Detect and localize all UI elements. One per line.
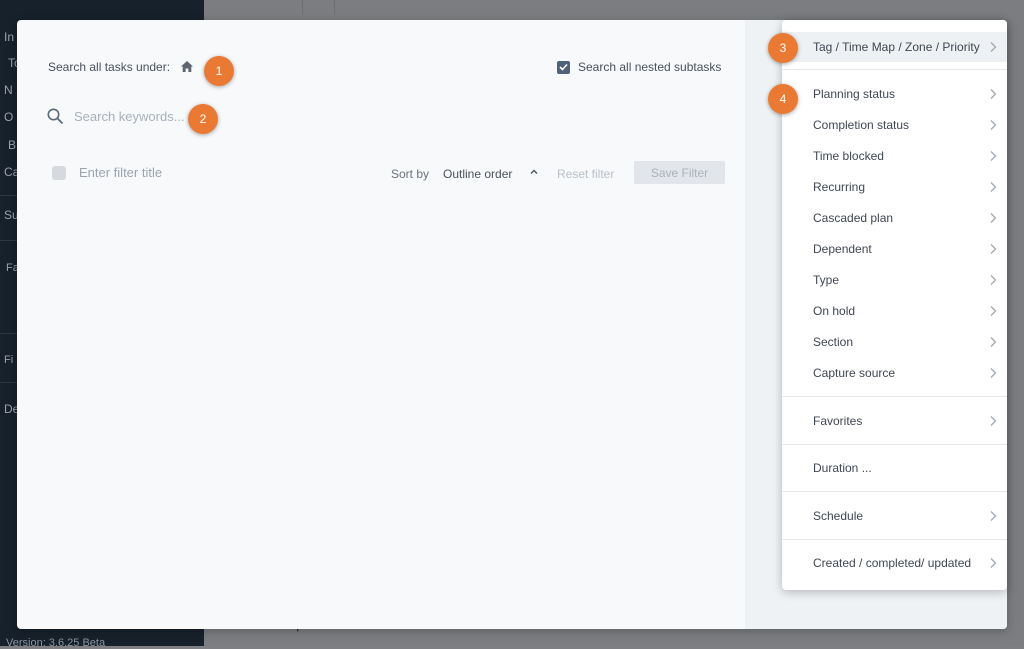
- chevron-right-icon: [990, 368, 997, 378]
- menu-item-label: Type: [813, 273, 840, 287]
- menu-item-label: Recurring: [813, 180, 866, 194]
- search-icon: [47, 108, 64, 125]
- filter-select-checkbox[interactable]: [52, 165, 66, 180]
- chevron-right-icon: [990, 182, 997, 192]
- menu-divider: [782, 396, 1007, 397]
- menu-item-label: Capture source: [813, 366, 896, 380]
- menu-item-label: Section: [813, 335, 854, 349]
- sidebar-item-next[interactable]: N: [4, 83, 13, 97]
- menu-item-on-hold[interactable]: On hold: [782, 296, 1007, 326]
- filter-criteria-menu: Tag / Time Map / Zone / Priority Plannin…: [782, 20, 1007, 590]
- keyword-search: [47, 108, 194, 125]
- nested-subtasks-option[interactable]: Search all nested subtasks: [557, 60, 721, 74]
- menu-item-label: Created / completed/ updated: [813, 556, 972, 570]
- menu-item-tag-timemap-zone-priority[interactable]: Tag / Time Map / Zone / Priority: [782, 32, 1007, 62]
- sort-by-label: Sort by: [391, 167, 430, 181]
- chevron-right-icon: [990, 275, 997, 285]
- menu-item-label: Tag / Time Map / Zone / Priority: [813, 40, 980, 54]
- menu-item-section[interactable]: Section: [782, 327, 1007, 357]
- menu-item-favorites[interactable]: Favorites: [782, 406, 1007, 436]
- annotation-marker-4: 4: [768, 84, 798, 114]
- menu-divider: [782, 539, 1007, 540]
- menu-item-label: Planning status: [813, 87, 896, 101]
- menu-item-type[interactable]: Type: [782, 265, 1007, 295]
- sort-order-select[interactable]: Outline order: [443, 167, 512, 181]
- menu-item-label: Schedule: [813, 509, 864, 523]
- menu-divider: [782, 491, 1007, 492]
- chevron-right-icon: [990, 120, 997, 130]
- menu-item-label: Favorites: [813, 414, 863, 428]
- annotation-marker-1: 1: [204, 56, 234, 86]
- chevron-right-icon: [990, 42, 997, 52]
- menu-item-time-blocked[interactable]: Time blocked: [782, 141, 1007, 171]
- chevron-right-icon: [990, 244, 997, 254]
- menu-item-label: Time blocked: [813, 149, 884, 163]
- menu-item-label: On hold: [813, 304, 856, 318]
- menu-item-cascaded-plan[interactable]: Cascaded plan: [782, 203, 1007, 233]
- check-icon: [559, 63, 568, 71]
- menu-divider: [782, 69, 1007, 70]
- menu-item-label: Dependent: [813, 242, 872, 256]
- annotation-marker-2: 2: [188, 104, 218, 134]
- save-filter-button[interactable]: Save Filter: [634, 161, 725, 184]
- chevron-right-icon: [990, 416, 997, 426]
- nested-subtasks-checkbox[interactable]: [557, 60, 570, 74]
- menu-item-label: Completion status: [813, 118, 910, 132]
- chevron-right-icon: [990, 558, 997, 568]
- nested-subtasks-label: Search all nested subtasks: [578, 60, 722, 74]
- menu-item-label: Cascaded plan: [813, 211, 894, 225]
- chevron-right-icon: [990, 151, 997, 161]
- filter-title-row: [52, 165, 279, 180]
- chevron-up-icon[interactable]: [529, 167, 539, 177]
- menu-divider: [782, 444, 1007, 445]
- filter-title-input[interactable]: [79, 165, 279, 180]
- menu-item-duration[interactable]: Duration ...: [782, 453, 1007, 483]
- annotation-marker-3: 3: [768, 33, 798, 63]
- home-icon[interactable]: [181, 61, 193, 72]
- chevron-right-icon: [990, 213, 997, 223]
- menu-item-planning-status[interactable]: Planning status: [782, 79, 1007, 109]
- search-input[interactable]: [74, 109, 194, 124]
- column-divider: [302, 0, 303, 14]
- menu-item-recurring[interactable]: Recurring: [782, 172, 1007, 202]
- search-under-label: Search all tasks under:: [48, 60, 171, 74]
- menu-item-label: Duration ...: [813, 461, 872, 475]
- menu-item-schedule[interactable]: Schedule: [782, 501, 1007, 531]
- sidebar-item-b[interactable]: B: [8, 138, 16, 152]
- chevron-right-icon: [990, 306, 997, 316]
- sidebar-item-outline[interactable]: O: [4, 110, 13, 124]
- menu-item-completion-status[interactable]: Completion status: [782, 110, 1007, 140]
- reset-filter-button[interactable]: Reset filter: [557, 167, 614, 181]
- chevron-right-icon: [990, 337, 997, 347]
- app-version: Version: 3.6.25 Beta: [6, 637, 106, 649]
- sidebar-section-filters: Fi: [4, 354, 14, 366]
- menu-item-created-completed-updated[interactable]: Created / completed/ updated: [782, 548, 1007, 578]
- chevron-right-icon: [990, 89, 997, 99]
- column-divider: [334, 0, 335, 14]
- chevron-right-icon: [990, 511, 997, 521]
- menu-item-capture-source[interactable]: Capture source: [782, 358, 1007, 388]
- menu-item-dependent[interactable]: Dependent: [782, 234, 1007, 264]
- sidebar-item-inbox[interactable]: In: [4, 30, 14, 44]
